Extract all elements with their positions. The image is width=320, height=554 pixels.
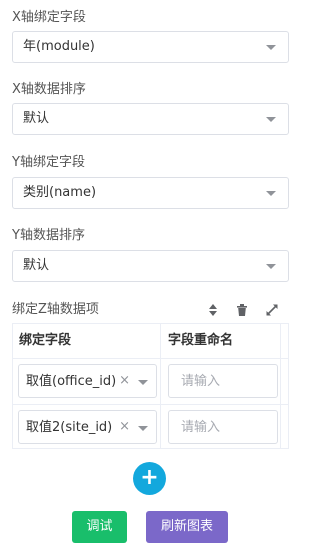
row1-rename-input[interactable] xyxy=(168,364,278,398)
y-axis-sort-select[interactable]: 默认 xyxy=(12,250,289,282)
row1-field-select[interactable]: 取值(office_id) × xyxy=(18,364,157,398)
debug-button[interactable]: 调试 xyxy=(72,511,127,543)
x-axis-sort-label: X轴数据排序 xyxy=(12,82,86,97)
row2-rename-input[interactable] xyxy=(168,410,278,444)
y-axis-field-select[interactable]: 类别(name) xyxy=(12,177,289,209)
refresh-chart-button[interactable]: 刷新图表 xyxy=(146,511,228,543)
row2-field-select[interactable]: 取值2(site_id) × xyxy=(18,410,157,444)
header-divider xyxy=(13,358,288,359)
header-rename: 字段重命名 xyxy=(168,333,234,348)
caret-down-icon xyxy=(266,45,276,50)
x-axis-sort-value: 默认 xyxy=(23,111,50,126)
caret-down-icon xyxy=(266,117,276,122)
expand-icon[interactable] xyxy=(265,302,279,316)
caret-down-icon xyxy=(138,426,148,431)
row1-field-value: 取值(office_id) xyxy=(26,374,117,389)
caret-down-icon xyxy=(138,380,148,385)
column-divider xyxy=(280,324,281,448)
row-divider xyxy=(13,404,288,405)
y-axis-sort-label: Y轴数据排序 xyxy=(12,228,85,243)
z-axis-table: 绑定字段 字段重命名 取值(office_id) × 取值2(site_id) … xyxy=(12,323,289,449)
y-axis-field-label: Y轴绑定字段 xyxy=(12,155,85,170)
sort-icon[interactable] xyxy=(206,302,220,316)
x-axis-sort-select[interactable]: 默认 xyxy=(12,103,289,135)
trash-icon[interactable] xyxy=(235,302,249,316)
header-bind-field: 绑定字段 xyxy=(19,333,72,348)
row2-rename-field[interactable] xyxy=(169,411,277,443)
caret-down-icon xyxy=(266,191,276,196)
row1-rename-field[interactable] xyxy=(169,365,277,397)
caret-down-icon xyxy=(266,264,276,269)
add-row-button[interactable]: + xyxy=(133,462,166,495)
z-axis-section-label: 绑定Z轴数据项 xyxy=(12,302,99,317)
y-axis-field-value: 类别(name) xyxy=(23,185,97,200)
row2-field-value: 取值2(site_id) xyxy=(26,420,113,435)
clear-icon[interactable]: × xyxy=(117,419,130,435)
x-axis-field-value: 年(module) xyxy=(23,39,95,54)
column-divider xyxy=(160,324,161,448)
y-axis-sort-value: 默认 xyxy=(23,258,50,273)
x-axis-field-select[interactable]: 年(module) xyxy=(12,31,289,63)
clear-icon[interactable]: × xyxy=(117,373,130,389)
x-axis-field-label: X轴绑定字段 xyxy=(12,10,86,25)
